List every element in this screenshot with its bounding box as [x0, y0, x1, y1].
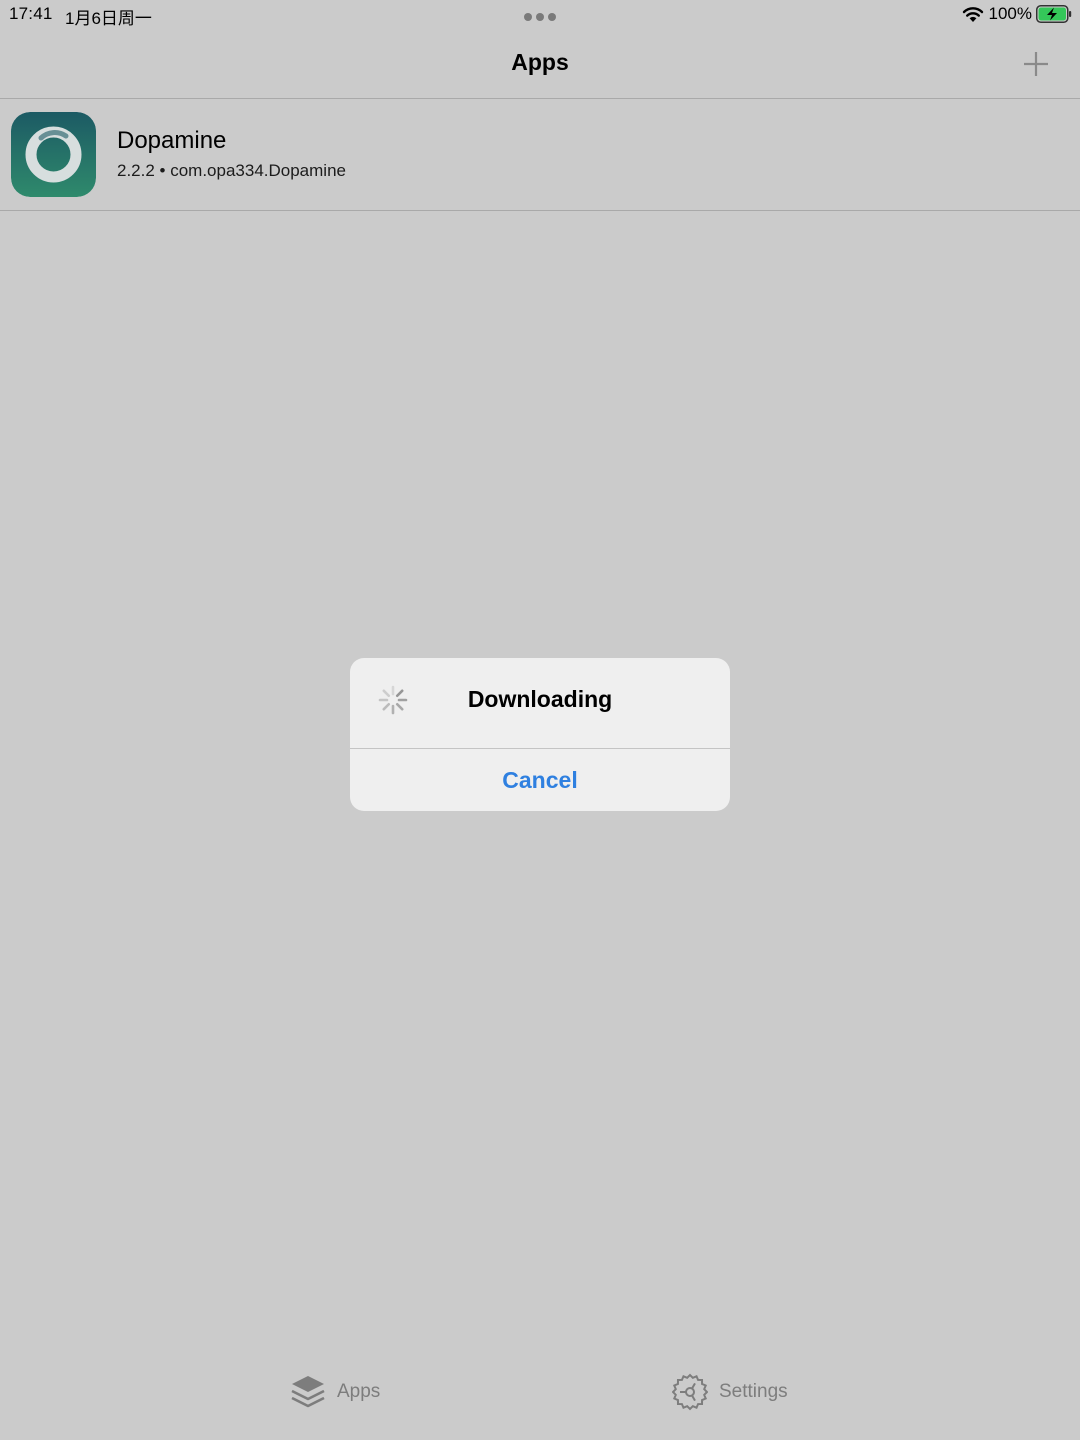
battery-charging-icon: [1036, 5, 1072, 23]
dopamine-app-icon: [11, 112, 96, 197]
tab-settings-label: Settings: [719, 1381, 788, 1402]
tab-settings[interactable]: Settings: [672, 1370, 788, 1414]
battery-percent: 100%: [988, 4, 1032, 23]
app-version-bundle: 2.2.2 • com.opa334.Dopamine: [117, 161, 346, 180]
status-time: 17:41: [9, 4, 53, 23]
status-bar: 17:41 1月6日周一 100%: [0, 0, 1080, 30]
cancel-button[interactable]: Cancel: [350, 749, 730, 811]
gear-icon: [672, 1373, 708, 1411]
status-indicators: 100%: [962, 3, 1072, 25]
tab-bar: Apps Settings: [0, 1362, 1080, 1440]
downloading-alert: Downloading Cancel: [350, 658, 730, 811]
plus-icon[interactable]: [1022, 50, 1050, 78]
multitasking-dots-icon[interactable]: [524, 13, 556, 21]
tab-apps-label: Apps: [337, 1381, 381, 1402]
navigation-bar: Apps: [0, 30, 1080, 99]
stack-icon: [291, 1376, 325, 1408]
app-list-item[interactable]: Dopamine 2.2.2 • com.opa334.Dopamine: [0, 100, 1080, 211]
status-date: 1月6日周一: [65, 9, 152, 28]
page-title: Apps: [511, 49, 569, 75]
alert-title: Downloading: [467, 686, 613, 712]
screen: 17:41 1月6日周一 100% Apps Dopamine 2.2.2 • …: [0, 0, 1080, 1440]
tab-apps[interactable]: Apps: [290, 1370, 380, 1414]
alert-body: Downloading: [350, 658, 730, 748]
app-name: Dopamine: [117, 127, 227, 154]
wifi-icon: [962, 7, 983, 22]
